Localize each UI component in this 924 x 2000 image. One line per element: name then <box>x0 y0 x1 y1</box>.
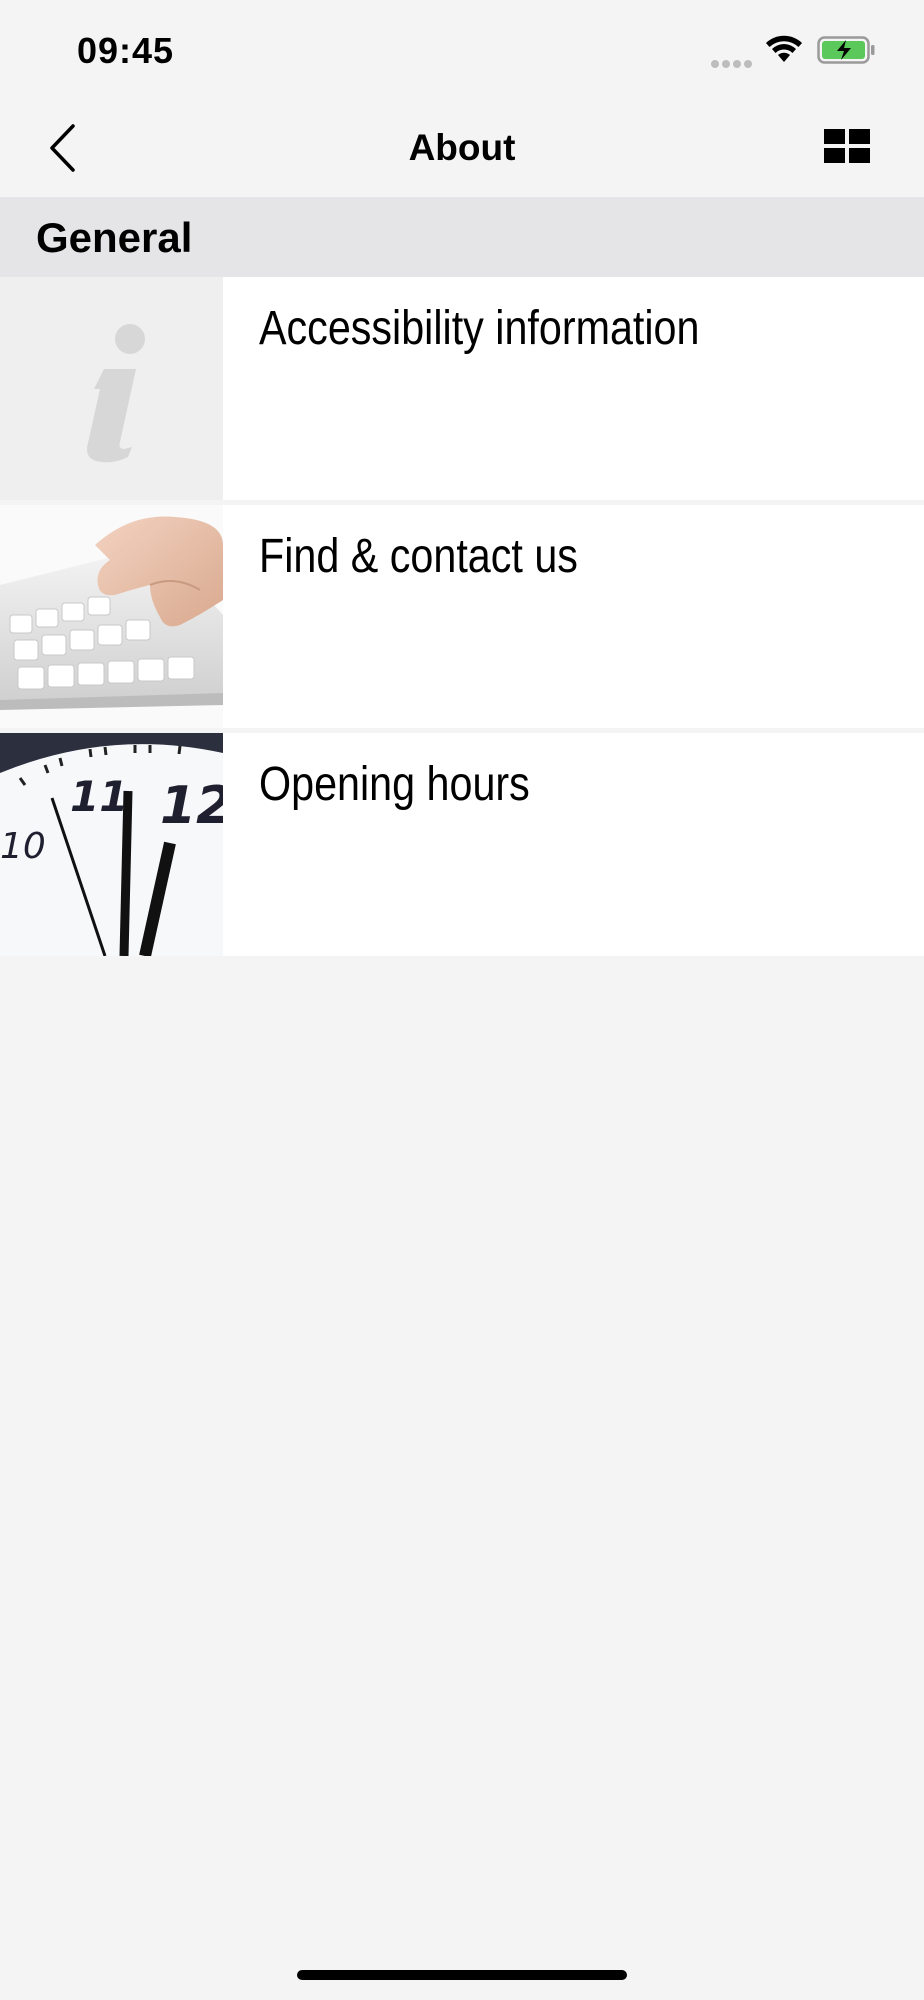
grid-icon <box>824 129 870 163</box>
info-icon <box>0 277 223 500</box>
grid-view-button[interactable] <box>822 125 872 167</box>
wifi-icon <box>766 35 802 62</box>
list-item-label: Accessibility information <box>259 302 700 355</box>
svg-text:11: 11 <box>70 772 128 821</box>
navigation-bar: About <box>0 100 924 197</box>
svg-text:10: 10 <box>0 826 46 867</box>
home-indicator[interactable] <box>297 1970 627 1980</box>
keyboard-hands-image <box>0 505 223 728</box>
page-title: About <box>408 127 516 168</box>
list-item-opening-hours[interactable]: 11 12 10 Opening hours <box>0 733 924 956</box>
section-title: General <box>36 214 193 261</box>
section-header: General <box>0 197 924 277</box>
list-item-accessibility[interactable]: Accessibility information <box>0 277 924 500</box>
about-list: Accessibility information Find & contact… <box>0 277 924 956</box>
clock-image: 11 12 10 <box>0 733 223 956</box>
list-item-label: Find & contact us <box>259 530 578 583</box>
battery-charging-icon <box>817 36 875 64</box>
svg-text:12: 12 <box>160 776 223 836</box>
list-item-label: Opening hours <box>259 758 530 811</box>
list-item-find-contact[interactable]: Find & contact us <box>0 505 924 728</box>
cellular-signal-icon <box>711 55 755 68</box>
status-bar: 09:45 <box>0 0 924 100</box>
status-time: 09:45 <box>77 30 175 71</box>
